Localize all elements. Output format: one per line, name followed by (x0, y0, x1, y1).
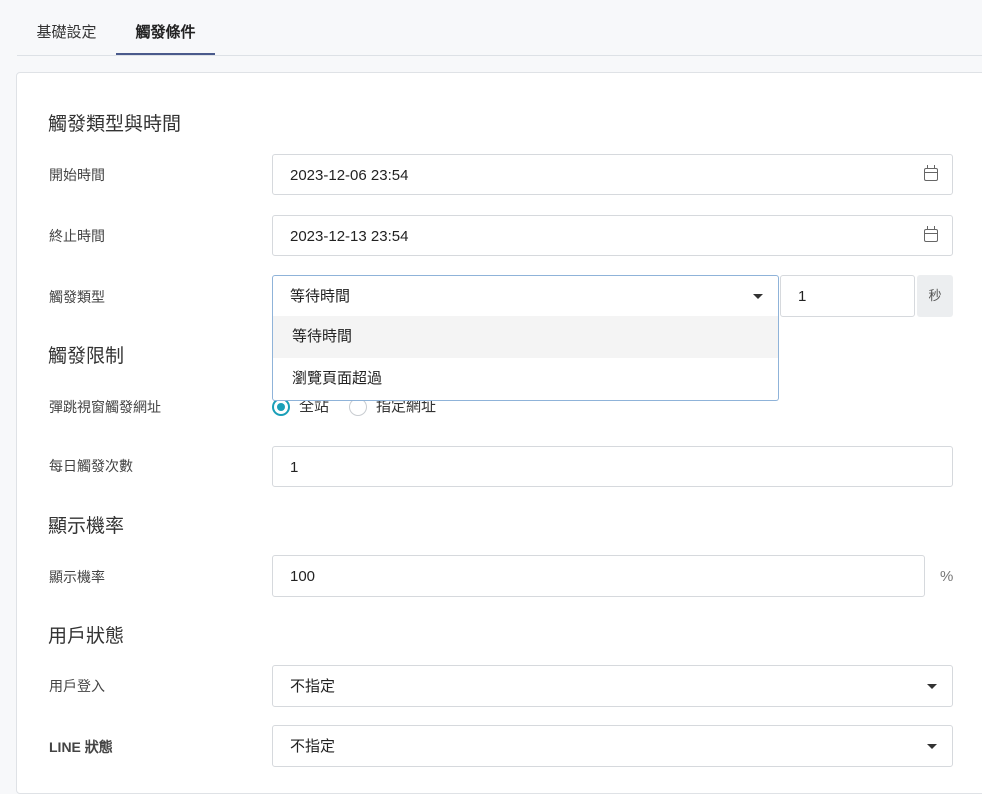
calendar-icon[interactable] (924, 226, 938, 242)
chevron-down-icon (927, 744, 937, 749)
calendar-icon[interactable] (924, 165, 938, 181)
trigger-type-select[interactable]: 等待時間 (272, 275, 779, 317)
chevron-down-icon (753, 294, 763, 299)
seconds-unit-addon: 秒 (917, 275, 953, 317)
tab-bar: 基礎設定 觸發條件 (17, 0, 982, 56)
user-login-select[interactable]: 不指定 (272, 665, 953, 707)
daily-count-input[interactable]: 1 (272, 446, 953, 487)
end-time-value: 2023-12-13 23:54 (290, 228, 409, 245)
chevron-down-icon (927, 684, 937, 689)
tab-basic-settings[interactable]: 基礎設定 (17, 0, 116, 54)
daily-count-label: 每日觸發次數 (49, 458, 133, 474)
line-state-label: LINE 狀態 (49, 739, 113, 755)
probability-value: 100 (290, 568, 316, 585)
line-state-value: 不指定 (290, 738, 336, 755)
section-title-trigger: 觸發類型與時間 (48, 114, 182, 135)
menu-item-wait-time[interactable]: 等待時間 (273, 316, 778, 358)
trigger-amount-input[interactable]: 1 (780, 275, 915, 317)
end-time-label: 終止時間 (49, 228, 105, 244)
menu-item-page-view[interactable]: 瀏覽頁面超過 (273, 358, 778, 400)
percent-unit: % (940, 568, 954, 585)
user-login-label: 用戶登入 (49, 678, 105, 694)
end-time-input[interactable]: 2023-12-13 23:54 (272, 215, 953, 256)
line-state-select[interactable]: 不指定 (272, 725, 953, 767)
trigger-type-label: 觸發類型 (49, 289, 105, 305)
trigger-type-selected: 等待時間 (290, 288, 351, 305)
section-title-user-state: 用戶狀態 (48, 626, 125, 647)
section-title-probability: 顯示機率 (48, 516, 125, 537)
probability-input[interactable]: 100 (272, 555, 925, 597)
trigger-amount-value: 1 (798, 288, 807, 305)
popup-url-label: 彈跳視窗觸發網址 (49, 399, 161, 415)
section-title-limit: 觸發限制 (48, 346, 125, 367)
start-time-input[interactable]: 2023-12-06 23:54 (272, 154, 953, 195)
start-time-value: 2023-12-06 23:54 (290, 167, 409, 184)
user-login-value: 不指定 (290, 678, 336, 695)
trigger-type-menu: 等待時間 瀏覽頁面超過 (272, 316, 779, 401)
tab-trigger-conditions[interactable]: 觸發條件 (116, 0, 215, 55)
probability-label: 顯示機率 (49, 569, 105, 585)
start-time-label: 開始時間 (49, 167, 105, 183)
daily-count-value: 1 (290, 459, 299, 476)
